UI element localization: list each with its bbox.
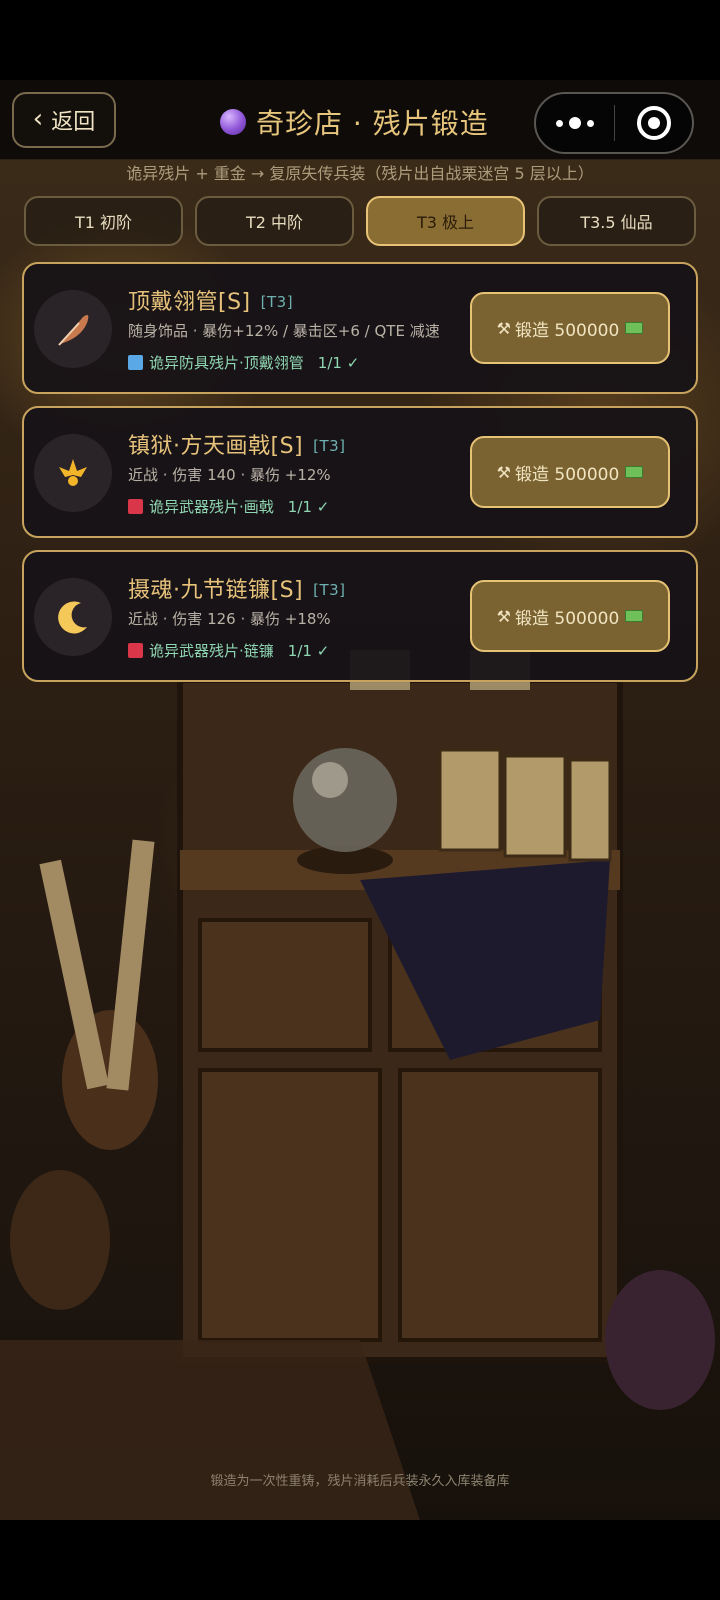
bottom-bar [0, 1520, 720, 1600]
item-stats: 近战 · 伤害 126 · 暴伤 +18% [128, 610, 331, 628]
tab-t3[interactable]: T3 极上 [366, 196, 525, 246]
fragment-color-swatch [128, 499, 143, 514]
item-name: 镇狱·方天画戟[S] [T3] [128, 428, 346, 460]
item-name-text: 顶戴翎管[S] [128, 290, 251, 315]
tab-t3-5[interactable]: T3.5 仙品 [537, 196, 696, 246]
cash-icon [625, 322, 644, 334]
tier-tabs: T1 初阶 T2 中阶 T3 极上 T3.5 仙品 [24, 196, 696, 248]
hammer-pick-icon: ⚒ [496, 606, 512, 626]
back-button[interactable]: ‹ 返回 [12, 92, 116, 148]
tier-badge: [T3] [313, 581, 346, 599]
forge-button[interactable]: ⚒ 锻造 500000 [470, 292, 670, 364]
tab-t1[interactable]: T1 初阶 [24, 196, 183, 246]
cash-icon [625, 466, 644, 478]
fragment-name: 诡异武器残片·链镰 [149, 642, 274, 660]
forge-button[interactable]: ⚒ 锻造 500000 [470, 436, 670, 508]
crescent-moon-icon [34, 578, 112, 656]
hammer-pick-icon: ⚒ [496, 462, 512, 482]
fragment-color-swatch [128, 355, 143, 370]
tier-badge: [T3] [260, 293, 294, 311]
back-label: 返回 [51, 110, 96, 135]
forge-label: 锻造 500000 [515, 320, 620, 341]
footer-note: 锻造为一次性重铸，残片消耗后兵装永久入库装备库 [210, 1474, 510, 1489]
page-subtitle: 诡异残片 + 重金 → 复原失传兵装（残片出自战栗迷宫 5 层以上） [126, 164, 594, 183]
page-title: 奇珍店 · 残片锻造 [220, 102, 520, 142]
item-name-text: 镇狱·方天画戟[S] [128, 434, 304, 459]
crystal-ball-icon [220, 109, 246, 135]
item-card-halberd: 镇狱·方天画戟[S] [T3] 近战 · 伤害 140 · 暴伤 +12% 诡异武… [22, 406, 698, 538]
fragment-count: 1/1 ✓ [317, 353, 360, 372]
more-options-button[interactable] [536, 94, 614, 152]
fragment-count: 1/1 ✓ [287, 497, 330, 516]
cash-icon [625, 610, 644, 622]
hammer-pick-icon: ⚒ [496, 318, 512, 338]
item-card-chain-sickle: 摄魂·九节链镰[S] [T3] 近战 · 伤害 126 · 暴伤 +18% 诡异武… [22, 550, 698, 682]
chevron-left-icon: ‹ [32, 103, 44, 134]
header-bar: ‹ 返回 奇珍店 · 残片锻造 [0, 80, 720, 160]
fragment-requirement: 诡异防具残片·顶戴翎管 1/1 ✓ [128, 352, 359, 373]
item-name: 顶戴翎管[S] [T3] [128, 284, 293, 316]
feather-icon [34, 290, 112, 368]
target-circle-icon [636, 106, 671, 140]
forge-button[interactable]: ⚒ 锻造 500000 [470, 580, 670, 652]
fragment-color-swatch [128, 643, 143, 658]
more-dots-icon [556, 119, 564, 127]
fragment-count: 1/1 ✓ [287, 641, 330, 660]
item-stats: 随身饰品 · 暴伤+12% / 暴击区+6 / QTE 减速 [128, 322, 440, 340]
fragment-requirement: 诡异武器残片·画戟 1/1 ✓ [128, 496, 329, 517]
item-stats: 近战 · 伤害 140 · 暴伤 +12% [128, 466, 331, 484]
forge-label: 锻造 500000 [515, 608, 620, 629]
more-dot-center [569, 117, 582, 129]
tab-t2[interactable]: T2 中阶 [195, 196, 354, 246]
more-dot-right [587, 119, 595, 127]
fragment-name: 诡异防具残片·顶戴翎管 [149, 354, 304, 372]
fragment-name: 诡异武器残片·画戟 [149, 498, 274, 516]
mini-program-capsule [534, 92, 694, 154]
page-title-text: 奇珍店 · 残片锻造 [256, 107, 489, 140]
status-bar [0, 0, 720, 80]
item-name-text: 摄魂·九节链镰[S] [128, 578, 304, 603]
item-card-feather-tube: 顶戴翎管[S] [T3] 随身饰品 · 暴伤+12% / 暴击区+6 / QTE … [22, 262, 698, 394]
fragment-requirement: 诡异武器残片·链镰 1/1 ✓ [128, 640, 329, 661]
close-program-button[interactable] [615, 94, 692, 152]
forge-label: 锻造 500000 [515, 464, 620, 485]
tier-badge: [T3] [313, 437, 346, 455]
trident-icon [34, 434, 112, 512]
item-name: 摄魂·九节链镰[S] [T3] [128, 572, 346, 604]
